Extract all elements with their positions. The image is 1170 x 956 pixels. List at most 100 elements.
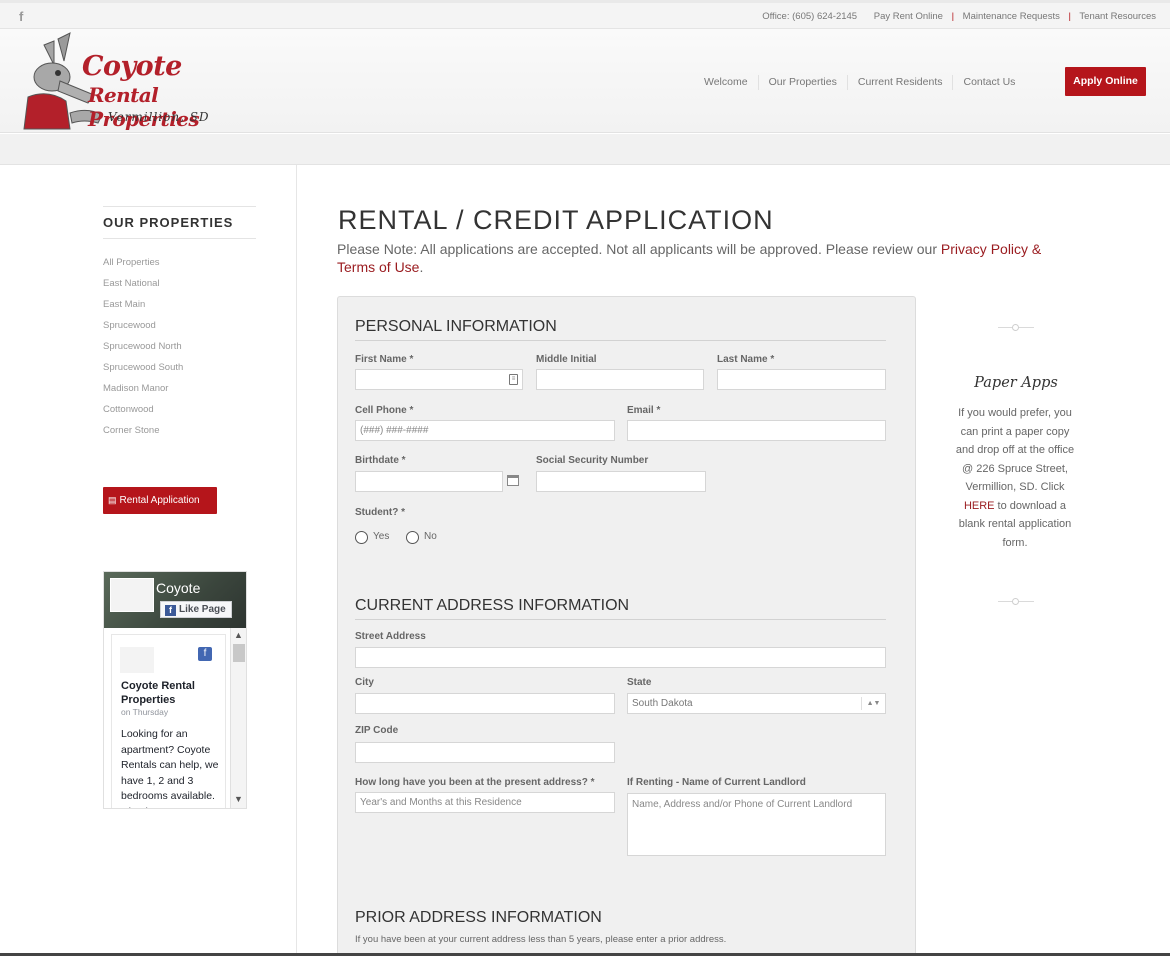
email-label: Email * <box>627 405 661 416</box>
facebook-icon[interactable]: f <box>19 9 23 24</box>
facebook-post: f Coyote Rental Properties on Thursday L… <box>111 634 226 808</box>
top-link-separator: | <box>1068 11 1071 22</box>
prior-address-note: If you have been at your current address… <box>355 934 727 945</box>
nav-contact-us[interactable]: Contact Us <box>952 75 1025 90</box>
sidebar-divider <box>296 165 297 956</box>
facebook-icon: f <box>165 605 176 616</box>
decorative-divider <box>998 598 1034 605</box>
sidebar-item-sprucewood[interactable]: Sprucewood <box>103 319 183 340</box>
last-name-label: Last Name * <box>717 354 775 365</box>
facebook-page-avatar[interactable] <box>110 578 154 612</box>
paper-apps-text: If you would prefer, you can print a pap… <box>955 404 1075 552</box>
sidebar-item-sprucewood-south[interactable]: Sprucewood South <box>103 361 183 382</box>
cell-phone-field[interactable]: (###) ###-#### <box>355 420 615 441</box>
how-long-label: How long have you been at the present ad… <box>355 777 595 788</box>
student-label: Student? * <box>355 507 405 518</box>
apply-online-button[interactable]: Apply Online <box>1065 67 1146 96</box>
street-address-label: Street Address <box>355 631 426 642</box>
scroll-up-icon[interactable]: ▲ <box>234 630 243 640</box>
facebook-page-name[interactable]: Coyote <box>156 580 200 596</box>
facebook-icon[interactable]: f <box>198 647 212 661</box>
download-here-link[interactable]: HERE <box>964 500 995 512</box>
application-note: Please Note: All applications are accept… <box>337 240 1057 276</box>
zip-code-field[interactable] <box>355 742 615 763</box>
birthdate-label: Birthdate * <box>355 455 406 466</box>
student-no-label[interactable]: No <box>424 531 437 542</box>
post-timestamp[interactable]: on Thursday <box>121 707 168 717</box>
state-label: State <box>627 677 652 688</box>
email-field[interactable] <box>627 420 886 441</box>
state-select[interactable]: South Dakota ▲▼ <box>627 693 886 714</box>
contact-card-icon: ≡ <box>509 374 518 385</box>
book-icon: ▤ <box>108 495 117 505</box>
tenant-resources-link[interactable]: Tenant Resources <box>1079 11 1156 22</box>
post-text: Looking for an apartment? Coyote Rentals… <box>121 728 219 808</box>
like-page-label: Like Page <box>179 604 226 615</box>
application-form: PERSONAL INFORMATION First Name * ≡ Midd… <box>337 296 916 956</box>
city-label: City <box>355 677 374 688</box>
birthdate-field[interactable] <box>355 471 503 492</box>
office-phone: Office: (605) 624-2145 <box>762 11 858 22</box>
post-author[interactable]: Coyote Rental Properties <box>121 679 221 707</box>
paper-apps-text-before: If you would prefer, you can print a pap… <box>955 407 1075 493</box>
sidebar-item-east-main[interactable]: East Main <box>103 298 183 319</box>
pay-rent-link[interactable]: Pay Rent Online <box>874 11 943 22</box>
note-text: Please Note: All applications are accept… <box>337 241 941 257</box>
nav-current-residents[interactable]: Current Residents <box>846 75 953 90</box>
middle-initial-label: Middle Initial <box>536 354 597 365</box>
state-selected-value: South Dakota <box>632 698 693 709</box>
first-name-field[interactable]: ≡ <box>355 369 523 390</box>
post-avatar[interactable] <box>120 647 154 673</box>
logo-text-location: Vermillion, SD <box>108 110 210 124</box>
top-links: Office: (605) 624-2145 Pay Rent Online |… <box>762 11 1156 22</box>
ssn-field[interactable] <box>536 471 706 492</box>
sidebar-item-sprucewood-north[interactable]: Sprucewood North <box>103 340 183 361</box>
top-bar: f Office: (605) 624-2145 Pay Rent Online… <box>0 0 1170 29</box>
middle-initial-field[interactable] <box>536 369 704 390</box>
logo-text-coyote: Coyote <box>82 51 182 82</box>
maintenance-link[interactable]: Maintenance Requests <box>963 11 1060 22</box>
prior-address-title: PRIOR ADDRESS INFORMATION <box>355 909 602 926</box>
landlord-label: If Renting - Name of Current Landlord <box>627 777 806 788</box>
how-long-field[interactable]: Year's and Months at this Residence <box>355 792 615 813</box>
nav-our-properties[interactable]: Our Properties <box>757 75 847 90</box>
last-name-field[interactable] <box>717 369 886 390</box>
select-arrows-icon: ▲▼ <box>861 697 885 710</box>
nav-welcome[interactable]: Welcome <box>694 75 758 90</box>
sidebar-item-madison-manor[interactable]: Madison Manor <box>103 382 183 403</box>
site-header: Coyote Rental Properties Vermillion, SD … <box>0 29 1170 133</box>
paper-apps-title: Paper Apps <box>974 375 1058 391</box>
sidebar-item-east-national[interactable]: East National <box>103 277 183 298</box>
sidebar-title: OUR PROPERTIES <box>103 206 256 239</box>
top-link-separator: | <box>951 11 955 22</box>
student-yes-label[interactable]: Yes <box>373 531 389 542</box>
student-yes-radio[interactable] <box>355 531 368 544</box>
site-logo[interactable]: Coyote Rental Properties Vermillion, SD <box>18 31 270 131</box>
sidebar-list: All Properties East National East Main S… <box>103 256 183 445</box>
page-title: RENTAL / CREDIT APPLICATION <box>338 205 774 235</box>
rental-application-button[interactable]: ▤ Rental Application <box>103 487 217 514</box>
student-no-radio[interactable] <box>406 531 419 544</box>
cell-phone-label: Cell Phone * <box>355 405 414 416</box>
widget-scrollbar[interactable]: ▲ ▼ <box>230 628 246 808</box>
note-end: . <box>419 259 424 275</box>
scroll-down-icon[interactable]: ▼ <box>234 794 243 804</box>
ssn-label: Social Security Number <box>536 455 649 466</box>
sidebar-item-all-properties[interactable]: All Properties <box>103 256 183 277</box>
city-field[interactable] <box>355 693 615 714</box>
zip-code-label: ZIP Code <box>355 725 399 736</box>
landlord-textarea[interactable]: Name, Address and/or Phone of Current La… <box>627 793 886 856</box>
calendar-icon[interactable] <box>507 475 519 486</box>
street-address-field[interactable] <box>355 647 886 668</box>
first-name-label: First Name * <box>355 354 414 365</box>
facebook-like-button[interactable]: f Like Page <box>160 601 232 618</box>
rental-application-label: Rental Application <box>119 495 200 506</box>
personal-info-title: PERSONAL INFORMATION <box>355 318 886 341</box>
current-address-title: CURRENT ADDRESS INFORMATION <box>355 597 886 620</box>
scroll-thumb[interactable] <box>233 644 245 662</box>
sidebar-item-cottonwood[interactable]: Cottonwood <box>103 403 183 424</box>
main-nav: Welcome Our Properties Current Residents Co… <box>694 75 1025 90</box>
sidebar-item-corner-stone[interactable]: Corner Stone <box>103 424 183 445</box>
title-stripe <box>0 134 1170 165</box>
decorative-divider <box>998 324 1034 331</box>
